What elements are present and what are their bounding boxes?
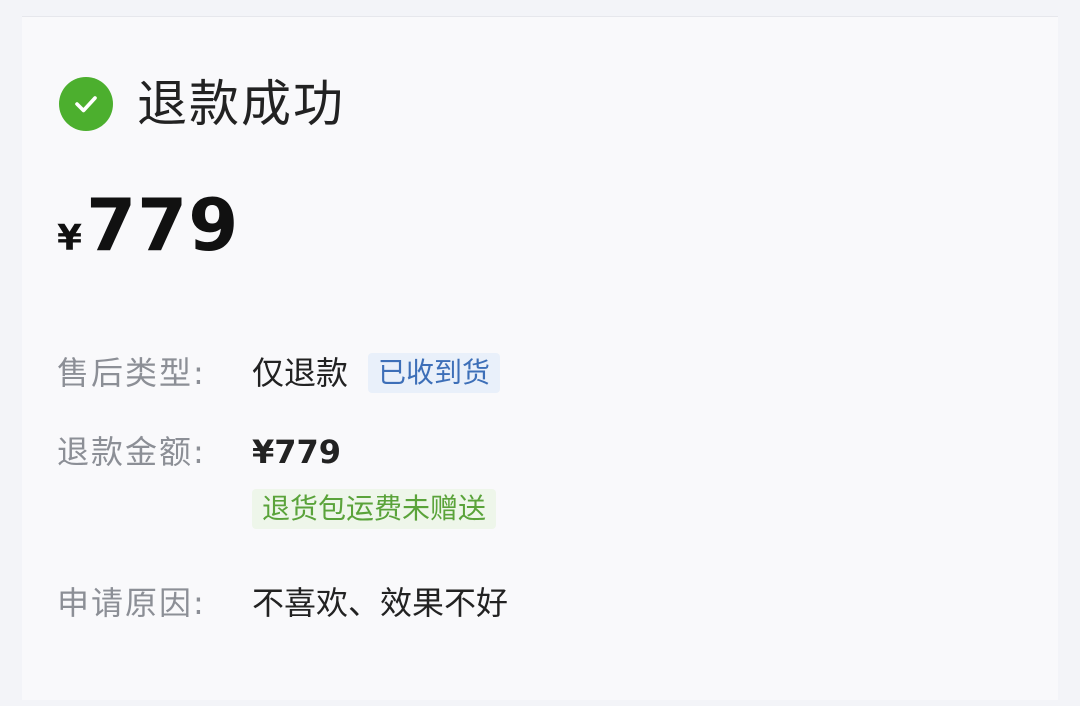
refund-amount-label: 退款金额: (57, 433, 206, 471)
after-sale-type-value-row: 仅退款 已收到货 (252, 353, 501, 393)
reason-label: 申请原因: (57, 584, 206, 622)
return-shipping-tag: 退货包运费未赠送 (252, 489, 497, 529)
reason-value: 不喜欢、效果不好 (252, 584, 509, 622)
amount-value: 779 (86, 183, 240, 267)
refund-amount-value: ¥779 (252, 433, 342, 471)
check-circle-icon (59, 77, 113, 131)
goods-received-tag: 已收到货 (368, 353, 501, 393)
refund-amount-value-row: ¥779 (252, 432, 341, 472)
refund-detail-card: 退款成功 ¥ 779 售后类型: 仅退款 已收到货 退款金额: ¥779 退货包… (22, 16, 1058, 700)
status-title: 退款成功 (137, 75, 345, 133)
refund-status: 退款成功 (59, 77, 345, 131)
check-mark (75, 96, 97, 113)
after-sale-type-label: 售后类型: (57, 354, 206, 392)
refund-amount: ¥ 779 (57, 183, 239, 267)
amount-currency: ¥ (57, 218, 83, 259)
after-sale-type-value: 仅退款 (252, 354, 349, 392)
